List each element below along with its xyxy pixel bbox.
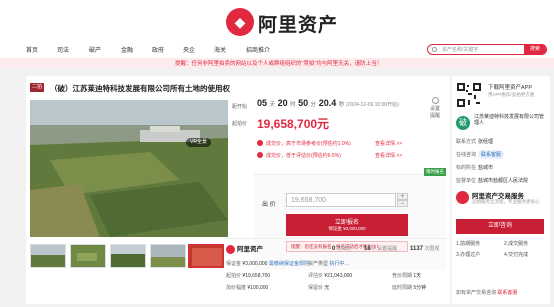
service-step: 4.交付完成 (504, 252, 529, 258)
compare-detail-link[interactable]: 查看详情 >> (375, 140, 402, 147)
thumbnail[interactable] (110, 244, 146, 268)
service-step: 2.成交服务 (504, 241, 529, 247)
bid-input[interactable]: 19,658,700 (286, 193, 396, 207)
detail-reserve: 保留价 无 (308, 285, 330, 291)
vr-badge[interactable]: VR全景 (186, 138, 211, 147)
stat-views: 1137 次围观 (410, 246, 440, 252)
countdown: 05 天 20 时 50 分 20.4 秒 (257, 98, 345, 108)
brand-name[interactable]: 阿里资产 (258, 10, 338, 37)
nav-item-home[interactable]: 首页 (26, 45, 38, 54)
brand-logo-icon[interactable]: ◆ (226, 8, 254, 36)
nav-item-investment[interactable]: 招商推介 (246, 45, 270, 54)
brand-logo-icon (226, 244, 235, 254)
increase-button[interactable]: + (397, 193, 408, 200)
aerial-photo-image (30, 100, 228, 237)
nav-item-finance[interactable]: 金融 (121, 45, 133, 54)
org-avatar: 破 (456, 116, 470, 130)
compare-detail-link[interactable]: 查看详情 >> (375, 152, 402, 159)
nav-item-judicial[interactable]: 司法 (57, 45, 69, 54)
start-price-label: 起拍价 (232, 121, 248, 127)
auction-round-tag: 二拍 (30, 83, 44, 92)
notice-bar: 提醒：任何非阿里拍卖的网站以及个人或群组组织的“竞拍”均与阿里无关，谨防上当！ (0, 58, 554, 68)
nav-item-government[interactable]: 政府 (152, 45, 164, 54)
service-subtitle: 竞拍服务全流程，专业服务更省心 (472, 199, 540, 204)
contact-value: 张经理 (478, 139, 494, 145)
bid-box: 限时报名 出 价 19,658,700 + − 立即报名 保证金 ¥3,000,… (254, 168, 446, 270)
supervisor-value: 盐城市盐都区人民法院 (478, 178, 529, 184)
nav-item-soe[interactable]: 央企 (183, 45, 195, 54)
contact-service-button[interactable]: 联系客服 (478, 150, 505, 159)
app-download-sub: 用APP看房/竞拍更方便 (488, 92, 535, 97)
supervisor-label: 监督单位 (456, 178, 477, 184)
follow-link[interactable]: 联系客服 (497, 290, 517, 296)
online-consult-label: 在线咨询 (456, 152, 477, 158)
notice-text: 提醒：任何非阿里拍卖的网站以及个人或群组组织的“竞拍”均与阿里无关，谨防上当！ (175, 61, 383, 67)
start-time-note: (2024-12-09 10:00开始) (346, 102, 399, 108)
detail-delay: 延时周期 5分钟 (392, 285, 427, 291)
search-box[interactable]: 资产名称/关键字 搜索 (427, 44, 547, 55)
thumbnail[interactable] (150, 244, 186, 268)
main-photo[interactable]: VR全景 (30, 100, 228, 237)
info-icon (257, 140, 263, 146)
side-panel: 下载阿里资产APP 用APP看房/竞拍更方便 破 江苏莱迪特科技发展有限公司管理… (452, 76, 550, 304)
thumbnail[interactable] (70, 244, 106, 268)
nav-item-bankruptcy[interactable]: 破产 (89, 45, 101, 54)
location-label: 标的所在 (456, 165, 477, 171)
price-compare-row: 成交价，高于市场参考价(预估约1.0%) 查看详情 >> (257, 138, 447, 149)
search-icon (432, 47, 437, 52)
follow-bar: 如有资产交易咨询 联系客服 (456, 290, 518, 296)
consult-button[interactable]: 立即咨询 (456, 219, 544, 234)
info-icon (257, 152, 263, 158)
register-button[interactable]: 立即报名 保证金 ¥3,000,000 (286, 214, 408, 236)
stat-reminders: 18 人设置提醒 (364, 246, 398, 252)
detail-increment: 加价幅度 ¥100,000 (226, 285, 269, 291)
thumbnail[interactable] (30, 244, 66, 268)
limited-signup-badge: 限时报名 (424, 168, 446, 176)
thumbnail-active[interactable] (188, 244, 224, 268)
detail-deposit: 保证金 ¥3,000,000 需缴纳保证金规则 (226, 261, 309, 267)
search-input[interactable]: 资产名称/关键字 (442, 46, 478, 53)
service-icon (456, 191, 469, 204)
location-value: 盐城市 (478, 165, 494, 171)
bid-label: 出 价 (262, 202, 276, 208)
qr-code-icon (456, 82, 482, 108)
org-name[interactable]: 江苏莱迪特科技发展有限公司管理人 (474, 114, 548, 126)
set-reminder-button[interactable]: 设置提醒 (428, 97, 442, 119)
header: ◆ 阿里资产 (0, 0, 554, 44)
lot-card: 二拍 （破）江苏莱迪特科技发展有限公司所有土地的使用权 VR全景 距开始 05 … (26, 76, 450, 304)
app-download-title[interactable]: 下载阿里资产APP (488, 83, 532, 91)
detail-asset-type: 资产类型 执行中… (308, 261, 350, 267)
service-step: 1.前期服务 (456, 241, 481, 247)
sub-brand: 阿里资产 (226, 243, 263, 254)
detail-start-price: 起拍价 ¥19,658,700 (226, 273, 271, 279)
decrease-button[interactable]: − (397, 200, 408, 207)
start-price: 19,658,700元 (257, 117, 330, 131)
detail-appraisal: 评估价 ¥21,043,000 (308, 273, 353, 279)
divider (224, 238, 450, 239)
page: ◆ 阿里资产 首页 司法 破产 金融 政府 央企 海关 招商推介 资产名称/关键… (0, 0, 554, 307)
lot-title: （破）江苏莱迪特科技发展有限公司所有土地的使用权 (50, 84, 230, 93)
stat-bids: 0 次出价 (332, 246, 352, 252)
contact-label: 联系方式 (456, 139, 477, 145)
detail-cycle: 竞价周期 1天 (392, 273, 422, 279)
nav-item-customs[interactable]: 海关 (214, 45, 226, 54)
clock-icon (431, 97, 439, 104)
search-button[interactable]: 搜索 (524, 44, 546, 55)
service-step: 3.办理过户 (456, 252, 481, 258)
price-compare-row: 成交价，低于评估价(预估约6.5%) 查看详情 >> (257, 150, 447, 161)
countdown-label: 距开始 (232, 104, 248, 110)
